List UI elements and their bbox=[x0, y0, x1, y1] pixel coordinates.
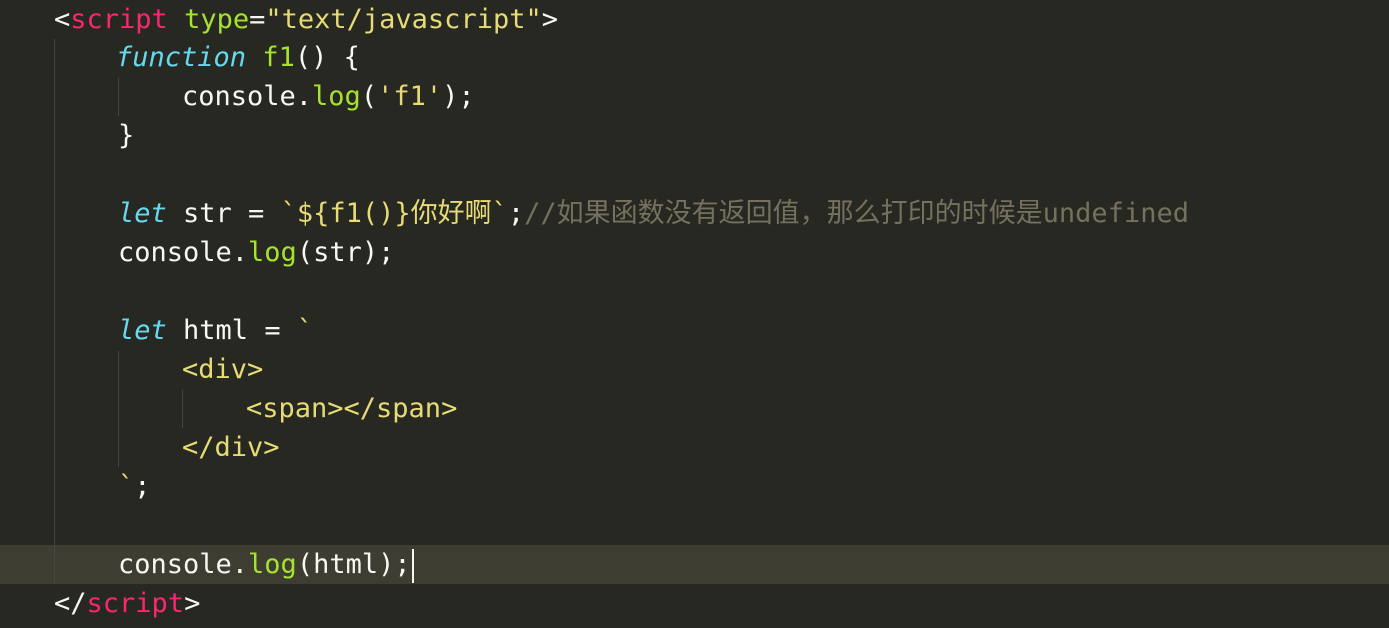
code-token: () { bbox=[294, 42, 360, 73]
code-token: ` bbox=[296, 315, 314, 346]
code-token: log bbox=[248, 549, 297, 580]
code-line[interactable]: <script type="text/javascript"> bbox=[0, 0, 1389, 39]
line-content: function f1() { bbox=[116, 38, 360, 77]
code-token: let bbox=[118, 315, 167, 346]
code-token: ); bbox=[442, 81, 475, 112]
code-token: console. bbox=[118, 237, 249, 268]
indent-guide bbox=[182, 390, 183, 428]
code-line[interactable]: console.log('f1'); bbox=[0, 77, 1389, 116]
line-content: console.log(html); bbox=[118, 545, 414, 584]
code-token: `${f1()}你好啊` bbox=[280, 198, 508, 229]
line-content: </div> bbox=[182, 428, 280, 467]
code-line[interactable] bbox=[0, 272, 1389, 311]
active-code-line[interactable]: console.log(html); bbox=[0, 545, 1389, 584]
text-cursor bbox=[411, 548, 414, 583]
code-line[interactable]: function f1() { bbox=[0, 38, 1389, 77]
code-line[interactable]: `; bbox=[0, 467, 1389, 506]
code-token: script bbox=[86, 588, 185, 619]
code-token: function bbox=[116, 42, 247, 73]
code-token: <span></span> bbox=[246, 393, 458, 424]
code-token: console. bbox=[182, 81, 313, 112]
code-token: ` bbox=[118, 471, 135, 502]
indent-guide bbox=[54, 39, 55, 584]
line-content: </script> bbox=[54, 584, 200, 623]
code-line[interactable]: <span></span> bbox=[0, 389, 1389, 428]
code-token: console. bbox=[118, 549, 249, 580]
code-token: script bbox=[70, 4, 168, 35]
line-content: <div> bbox=[182, 350, 263, 389]
code-editor[interactable]: <script type="text/javascript"> function… bbox=[0, 0, 1389, 628]
line-content: `; bbox=[118, 467, 151, 506]
code-token: (html); bbox=[296, 549, 411, 580]
line-content: console.log(str); bbox=[118, 233, 394, 272]
code-token: > bbox=[184, 588, 201, 619]
indent-guide bbox=[118, 351, 119, 467]
code-line[interactable]: </script> bbox=[0, 584, 1389, 623]
line-content: <span></span> bbox=[246, 389, 457, 428]
line-content: } bbox=[118, 116, 134, 155]
line-content: console.log('f1'); bbox=[182, 77, 475, 116]
code-token: log bbox=[312, 81, 361, 112]
code-token: ; bbox=[507, 198, 525, 229]
code-token: //如果函数没有返回值，那么打印的时候是undefined bbox=[524, 198, 1189, 229]
code-token: > bbox=[541, 4, 558, 35]
code-token: html = bbox=[166, 315, 297, 346]
line-content: <script type="text/javascript"> bbox=[54, 0, 558, 39]
code-token: type bbox=[184, 4, 250, 35]
code-token: </div> bbox=[182, 432, 280, 463]
code-token: < bbox=[54, 4, 71, 35]
code-line[interactable]: let html = ` bbox=[0, 311, 1389, 350]
code-line[interactable] bbox=[0, 155, 1389, 194]
line-content: let html = ` bbox=[118, 311, 313, 350]
code-token: f1 bbox=[262, 42, 295, 73]
code-token: str = bbox=[166, 198, 281, 229]
code-token: (str); bbox=[296, 237, 395, 268]
code-token: </ bbox=[54, 588, 87, 619]
code-token: 'f1' bbox=[377, 81, 443, 112]
code-token: ; bbox=[134, 471, 151, 502]
code-token: let bbox=[118, 198, 167, 229]
code-token: ( bbox=[360, 81, 378, 112]
code-token: log bbox=[248, 237, 297, 268]
code-line[interactable]: let str = `${f1()}你好啊`;//如果函数没有返回值，那么打印的… bbox=[0, 194, 1389, 233]
code-line[interactable]: </div> bbox=[0, 428, 1389, 467]
code-line[interactable] bbox=[0, 506, 1389, 545]
code-token: "text/javascript" bbox=[265, 4, 542, 35]
line-content: let str = `${f1()}你好啊`;//如果函数没有返回值，那么打印的… bbox=[118, 194, 1189, 233]
code-token: <div> bbox=[182, 354, 264, 385]
code-line[interactable]: } bbox=[0, 116, 1389, 155]
code-token: = bbox=[249, 4, 266, 35]
code-line[interactable]: console.log(str); bbox=[0, 233, 1389, 272]
indent-guide bbox=[118, 78, 119, 116]
code-line[interactable]: <div> bbox=[0, 350, 1389, 389]
code-token: } bbox=[118, 120, 135, 151]
